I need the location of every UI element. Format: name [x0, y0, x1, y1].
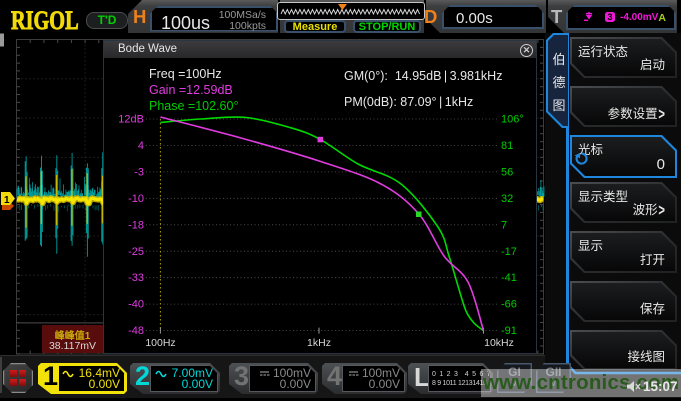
svg-text:81: 81 [501, 140, 513, 152]
svg-text:-41: -41 [501, 272, 517, 284]
svg-text:-48: -48 [128, 325, 144, 337]
svg-text:12dB: 12dB [118, 114, 144, 126]
svg-text:-17: -17 [501, 246, 517, 258]
svg-text:10kHz: 10kHz [484, 337, 514, 349]
svg-text:-91: -91 [501, 325, 517, 337]
svg-text:-3: -3 [134, 166, 144, 178]
svg-text:7: 7 [501, 219, 507, 231]
svg-text:-18: -18 [128, 219, 144, 231]
svg-text:4: 4 [138, 140, 144, 152]
svg-text:-33: -33 [128, 272, 144, 284]
svg-text:106°: 106° [501, 114, 524, 126]
svg-text:56: 56 [501, 166, 513, 178]
svg-text:-10: -10 [128, 193, 144, 205]
svg-text:100Hz: 100Hz [145, 337, 175, 349]
svg-text:-40: -40 [128, 299, 144, 311]
svg-text:-25: -25 [128, 246, 144, 258]
svg-text:-66: -66 [501, 299, 517, 311]
svg-text:1: 1 [4, 195, 10, 206]
svg-text:1kHz: 1kHz [307, 337, 331, 349]
svg-text:32: 32 [501, 193, 513, 205]
